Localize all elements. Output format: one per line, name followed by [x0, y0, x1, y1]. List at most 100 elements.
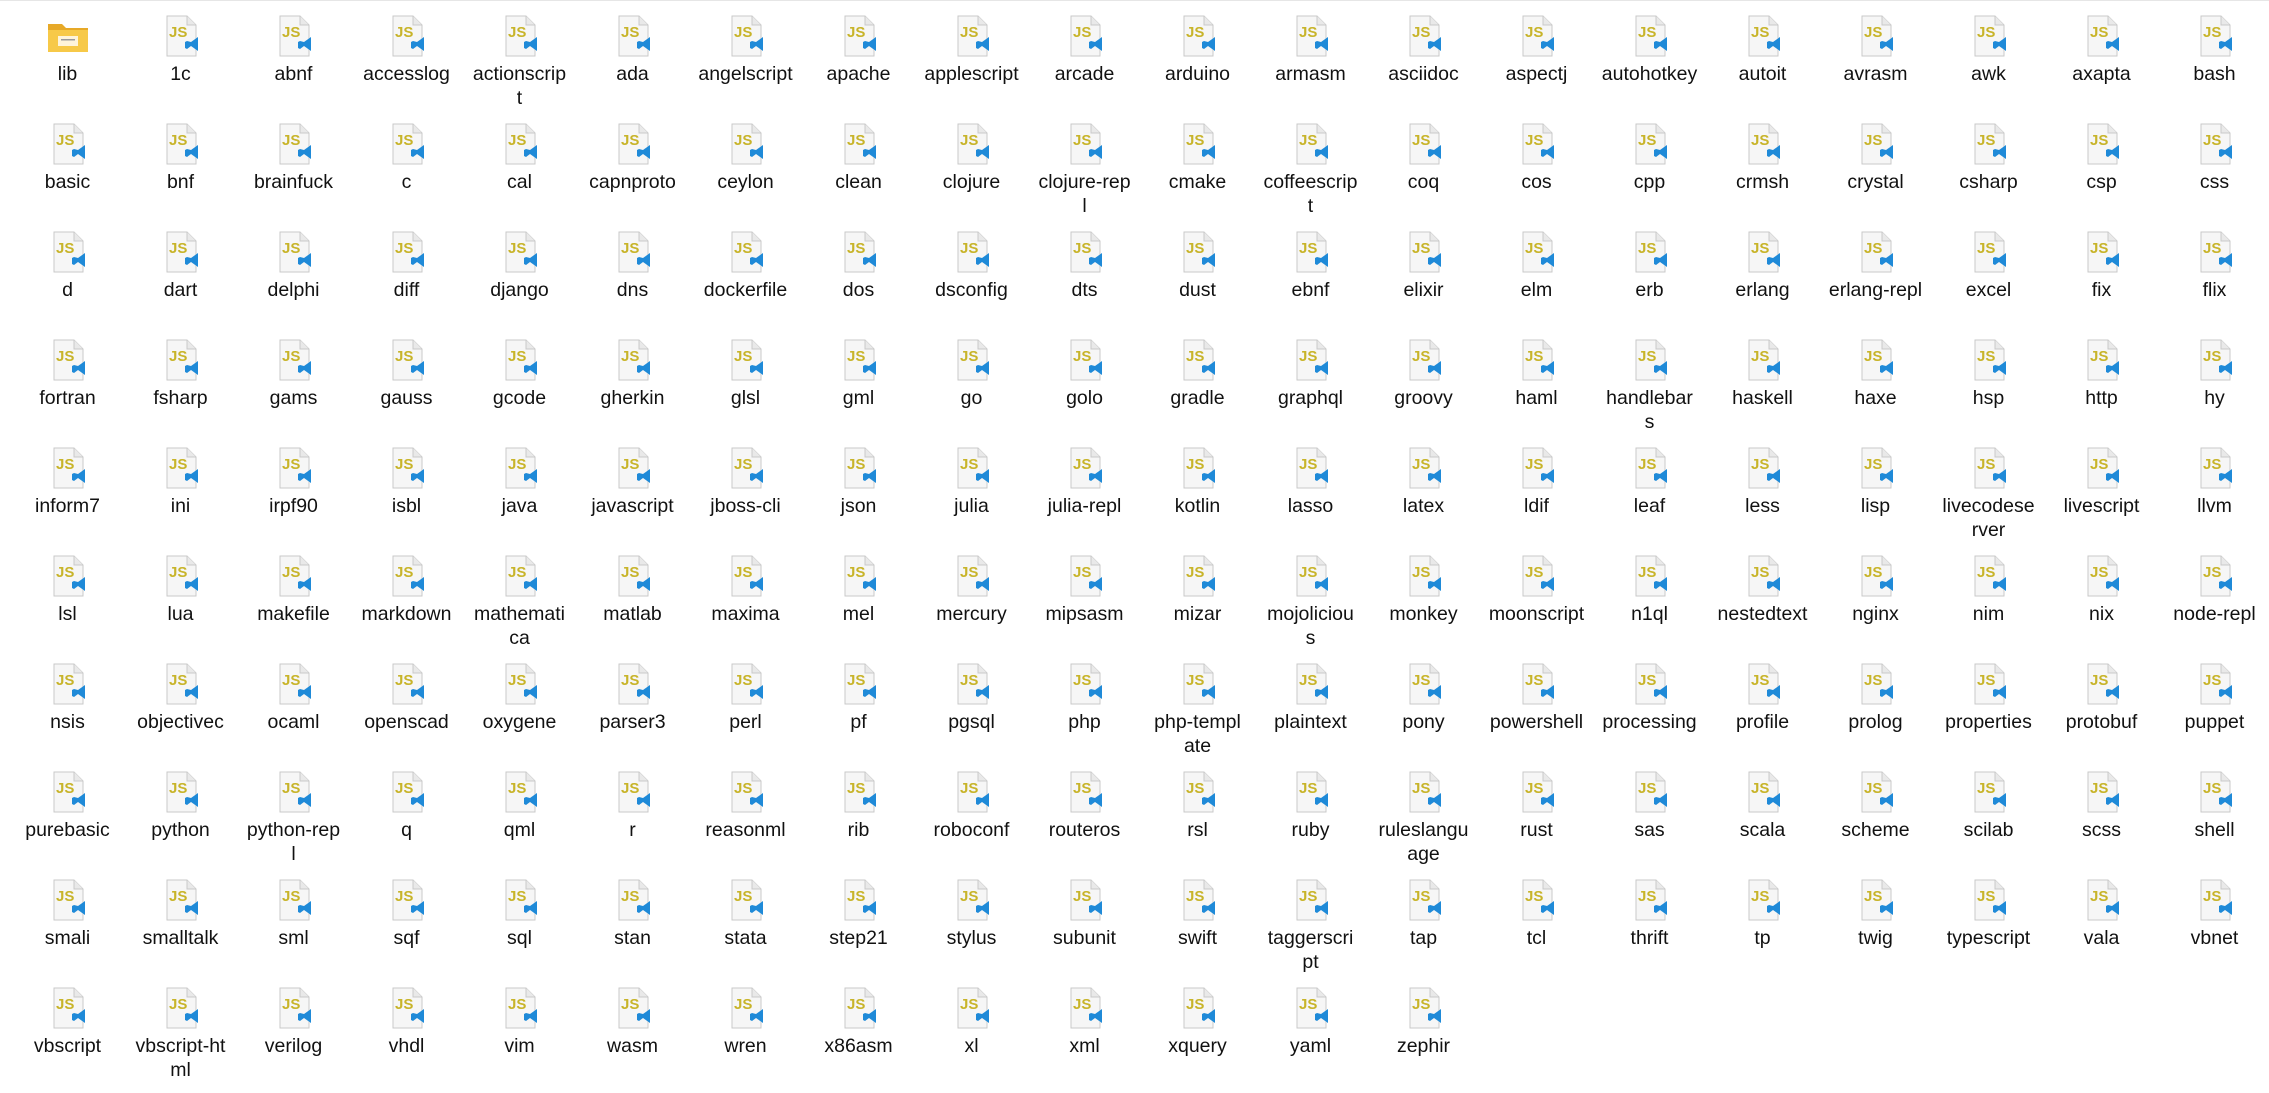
- file-item[interactable]: JS thrift: [1593, 868, 1706, 972]
- file-item[interactable]: JS nsis: [11, 652, 124, 756]
- file-item[interactable]: JS ruleslanguage: [1367, 760, 1480, 865]
- file-item[interactable]: JS json: [802, 436, 915, 540]
- file-item[interactable]: JS arduino: [1141, 4, 1254, 108]
- file-item[interactable]: JS gams: [237, 328, 350, 432]
- file-item[interactable]: JS perl: [689, 652, 802, 756]
- file-item[interactable]: JS angelscript: [689, 4, 802, 108]
- file-item[interactable]: JS css: [2158, 112, 2269, 216]
- file-item[interactable]: JS vbnet: [2158, 868, 2269, 972]
- file-item[interactable]: JS go: [915, 328, 1028, 432]
- file-item[interactable]: JS mercury: [915, 544, 1028, 648]
- file-item[interactable]: JS delphi: [237, 220, 350, 324]
- file-item[interactable]: JS hy: [2158, 328, 2269, 432]
- file-item[interactable]: JS wren: [689, 976, 802, 1080]
- file-item[interactable]: JS golo: [1028, 328, 1141, 432]
- file-item[interactable]: JS dts: [1028, 220, 1141, 324]
- file-item[interactable]: JS brainfuck: [237, 112, 350, 216]
- file-item[interactable]: JS scala: [1706, 760, 1819, 864]
- file-item[interactable]: JS gml: [802, 328, 915, 432]
- file-item[interactable]: JS ini: [124, 436, 237, 540]
- file-item[interactable]: JS mizar: [1141, 544, 1254, 648]
- file-item[interactable]: JS sml: [237, 868, 350, 972]
- file-item[interactable]: JS gherkin: [576, 328, 689, 432]
- file-item[interactable]: JS smali: [11, 868, 124, 972]
- file-item[interactable]: JS openscad: [350, 652, 463, 756]
- file-item[interactable]: JS mathematica: [463, 544, 576, 649]
- file-item[interactable]: JS cmake: [1141, 112, 1254, 216]
- file-item[interactable]: JS crystal: [1819, 112, 1932, 216]
- file-item[interactable]: JS maxima: [689, 544, 802, 648]
- file-item[interactable]: JS haskell: [1706, 328, 1819, 432]
- file-item[interactable]: JS rust: [1480, 760, 1593, 864]
- file-item[interactable]: JS pony: [1367, 652, 1480, 756]
- file-item[interactable]: JS lua: [124, 544, 237, 648]
- file-item[interactable]: JS prolog: [1819, 652, 1932, 756]
- file-item[interactable]: JS sqf: [350, 868, 463, 972]
- file-item[interactable]: JS tcl: [1480, 868, 1593, 972]
- file-item[interactable]: JS python: [124, 760, 237, 864]
- file-item[interactable]: JS fix: [2045, 220, 2158, 324]
- file-item[interactable]: JS matlab: [576, 544, 689, 648]
- file-item[interactable]: JS javascript: [576, 436, 689, 540]
- file-item[interactable]: JS puppet: [2158, 652, 2269, 756]
- file-item[interactable]: JS processing: [1593, 652, 1706, 756]
- file-item[interactable]: JS flix: [2158, 220, 2269, 324]
- file-item[interactable]: JS erb: [1593, 220, 1706, 324]
- file-item[interactable]: JS hsp: [1932, 328, 2045, 432]
- file-item[interactable]: JS erlang-repl: [1819, 220, 1932, 324]
- file-item[interactable]: JS sas: [1593, 760, 1706, 864]
- file-item[interactable]: JS monkey: [1367, 544, 1480, 648]
- file-item[interactable]: JS latex: [1367, 436, 1480, 540]
- file-item[interactable]: JS django: [463, 220, 576, 324]
- file-item[interactable]: JS mojolicious: [1254, 544, 1367, 649]
- file-item[interactable]: JS kotlin: [1141, 436, 1254, 540]
- file-item[interactable]: JS verilog: [237, 976, 350, 1080]
- file-item[interactable]: JS dsconfig: [915, 220, 1028, 324]
- file-item[interactable]: JS graphql: [1254, 328, 1367, 432]
- file-item[interactable]: JS plaintext: [1254, 652, 1367, 756]
- file-item[interactable]: JS coq: [1367, 112, 1480, 216]
- file-item[interactable]: JS erlang: [1706, 220, 1819, 324]
- file-item[interactable]: JS autoit: [1706, 4, 1819, 108]
- file-item[interactable]: JS d: [11, 220, 124, 324]
- file-item[interactable]: JS markdown: [350, 544, 463, 648]
- file-item[interactable]: JS lasso: [1254, 436, 1367, 540]
- file-item[interactable]: JS livescript: [2045, 436, 2158, 540]
- file-item[interactable]: JS ceylon: [689, 112, 802, 216]
- file-item[interactable]: JS dns: [576, 220, 689, 324]
- file-item[interactable]: JS http: [2045, 328, 2158, 432]
- file-item[interactable]: JS lsl: [11, 544, 124, 648]
- file-item[interactable]: JS php: [1028, 652, 1141, 756]
- file-item[interactable]: JS moonscript: [1480, 544, 1593, 648]
- file-item[interactable]: JS routeros: [1028, 760, 1141, 864]
- file-item[interactable]: JS clojure-repl: [1028, 112, 1141, 217]
- file-item[interactable]: JS protobuf: [2045, 652, 2158, 756]
- file-item[interactable]: JS awk: [1932, 4, 2045, 108]
- file-item[interactable]: JS elixir: [1367, 220, 1480, 324]
- file-item[interactable]: JS scilab: [1932, 760, 2045, 864]
- file-item[interactable]: JS aspectj: [1480, 4, 1593, 108]
- file-item[interactable]: JS fortran: [11, 328, 124, 432]
- file-item[interactable]: JS shell: [2158, 760, 2269, 864]
- file-item[interactable]: JS gcode: [463, 328, 576, 432]
- file-item[interactable]: JS ocaml: [237, 652, 350, 756]
- file-item[interactable]: JS basic: [11, 112, 124, 216]
- file-item[interactable]: JS cos: [1480, 112, 1593, 216]
- file-item[interactable]: JS nestedtext: [1706, 544, 1819, 648]
- file-item[interactable]: JS ada: [576, 4, 689, 108]
- file-item[interactable]: JS rsl: [1141, 760, 1254, 864]
- file-item[interactable]: JS yaml: [1254, 976, 1367, 1080]
- file-item[interactable]: JS powershell: [1480, 652, 1593, 756]
- file-item[interactable]: JS less: [1706, 436, 1819, 540]
- file-item[interactable]: JS vim: [463, 976, 576, 1080]
- file-item[interactable]: JS rib: [802, 760, 915, 864]
- file-item[interactable]: JS scheme: [1819, 760, 1932, 864]
- file-item[interactable]: JS irpf90: [237, 436, 350, 540]
- file-item[interactable]: JS parser3: [576, 652, 689, 756]
- file-item[interactable]: JS twig: [1819, 868, 1932, 972]
- file-item[interactable]: JS leaf: [1593, 436, 1706, 540]
- file-item[interactable]: JS xml: [1028, 976, 1141, 1080]
- file-item[interactable]: JS lisp: [1819, 436, 1932, 540]
- file-item[interactable]: JS gradle: [1141, 328, 1254, 432]
- file-item[interactable]: JS q: [350, 760, 463, 864]
